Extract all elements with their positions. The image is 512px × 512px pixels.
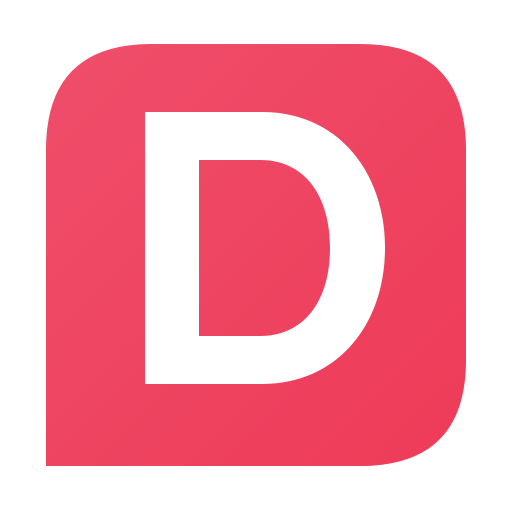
app-logo — [46, 44, 466, 466]
logo-badge-shape — [46, 44, 466, 466]
app-logo-canvas — [0, 0, 512, 512]
